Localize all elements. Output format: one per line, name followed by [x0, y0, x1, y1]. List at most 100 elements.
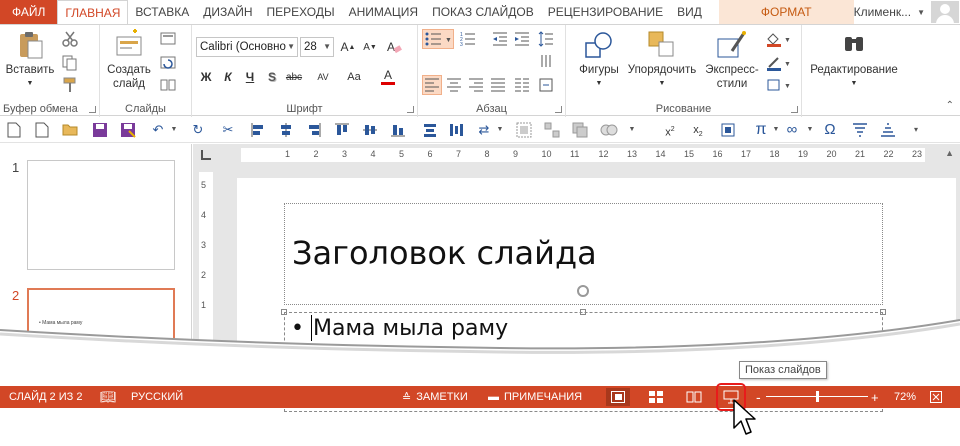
symbol-infinity-icon[interactable]: ∞ [782, 122, 802, 138]
user-name[interactable]: Клименк... [854, 5, 912, 19]
columns-button[interactable] [512, 75, 532, 95]
char-spacing-button[interactable]: AV [310, 67, 336, 87]
avatar[interactable] [931, 1, 960, 23]
user-account[interactable]: Клименк... ▼ [854, 0, 960, 24]
cut-icon[interactable] [62, 31, 78, 47]
justify-button[interactable] [488, 75, 508, 95]
tab-animations[interactable]: АНИМАЦИЯ [342, 0, 425, 24]
open-folder-icon[interactable] [62, 122, 78, 138]
tab-design[interactable]: ДИЗАЙН [196, 0, 259, 24]
format-icon[interactable]: ✂ [220, 122, 236, 138]
align-objects-top-icon[interactable] [334, 122, 350, 138]
reset-icon[interactable] [160, 55, 176, 71]
tab-transitions[interactable]: ПЕРЕХОДЫ [260, 0, 342, 24]
italic-button[interactable]: К [218, 67, 238, 87]
align-objects-bottom-icon[interactable] [390, 122, 406, 138]
distribute-2-icon[interactable] [448, 122, 464, 138]
align-center-button[interactable] [444, 75, 464, 95]
line-spacing-button[interactable] [536, 29, 556, 49]
tab-slideshow[interactable]: ПОКАЗ СЛАЙДОВ [425, 0, 541, 24]
language-indicator[interactable]: РУССКИЙ [131, 386, 183, 408]
paste-button[interactable]: Вставить ▼ [4, 29, 56, 91]
decrease-indent-button[interactable] [490, 29, 510, 49]
group-objects-icon[interactable] [516, 122, 532, 138]
tab-file[interactable]: ФАЙЛ [0, 0, 58, 24]
quick-styles-button[interactable]: Экспресс- стили [700, 29, 764, 91]
rotate-handle-icon[interactable] [577, 285, 589, 297]
comments-button[interactable]: ▬ ПРИМЕЧАНИЯ [488, 386, 582, 408]
copy-icon[interactable] [62, 55, 78, 71]
fit-icon[interactable] [720, 122, 736, 138]
new-document-icon[interactable] [6, 122, 22, 138]
fit-slide-button[interactable] [930, 386, 942, 408]
bold-button[interactable]: Ж [196, 67, 216, 87]
shape-fill-icon[interactable]: ▼ [766, 31, 792, 47]
zoom-slider-thumb[interactable] [816, 391, 819, 402]
distribute-icon[interactable] [422, 122, 438, 138]
align-objects-middle-icon[interactable] [362, 122, 378, 138]
new-slide-button[interactable]: Создать слайд [104, 29, 154, 91]
chevron-down-icon[interactable]: ▼ [166, 122, 182, 138]
clear-formatting-button[interactable]: A [384, 37, 404, 57]
text-direction-button[interactable] [536, 51, 556, 71]
normal-view-button[interactable] [606, 388, 630, 406]
slide-title[interactable]: Заголовок слайда [292, 234, 597, 272]
tab-insert[interactable]: ВСТАВКА [128, 0, 196, 24]
chevron-down-icon[interactable]: ▼ [917, 8, 925, 17]
tab-view[interactable]: ВИД [670, 0, 709, 24]
shrink-font-button[interactable]: A ▼ [360, 37, 380, 57]
tab-stop-selector[interactable] [201, 150, 211, 160]
dialog-launcher-icon[interactable] [555, 106, 562, 113]
slide-sorter-view-button[interactable] [644, 388, 668, 406]
intersect-shapes-icon[interactable] [600, 122, 618, 138]
thumbnail-slide-1[interactable] [27, 160, 175, 270]
scroll-up-icon[interactable]: ▲ [945, 148, 954, 158]
align-objects-left-icon[interactable] [250, 122, 266, 138]
zoom-in-button[interactable]: + [871, 386, 879, 408]
slide-counter[interactable]: СЛАЙД 2 ИЗ 2 [9, 386, 82, 408]
chevron-down-icon[interactable]: ▼ [492, 122, 508, 138]
shape-outline-icon[interactable]: ▼ [766, 55, 792, 71]
dialog-launcher-icon[interactable] [791, 106, 798, 113]
align-right-button[interactable] [466, 75, 486, 95]
redo-icon[interactable]: ↻ [190, 122, 206, 138]
section-icon[interactable] [160, 77, 176, 93]
save-icon[interactable] [92, 122, 108, 138]
save-as-icon[interactable] [120, 122, 136, 138]
tab-home[interactable]: ГЛАВНАЯ [57, 0, 129, 24]
editing-button[interactable]: Редактирование ▼ [804, 29, 904, 91]
underline-button[interactable]: Ч [240, 67, 260, 87]
customize-toolbar-icon[interactable]: ▾ [908, 122, 924, 138]
reading-view-button[interactable] [682, 388, 706, 406]
sort-2-icon[interactable] [880, 122, 896, 138]
font-name-select[interactable]: Calibri (Основно ▼ [196, 37, 298, 57]
dialog-launcher-icon[interactable] [407, 106, 414, 113]
subscript-icon[interactable]: x2 [690, 122, 706, 138]
arrange-button[interactable]: Упорядочить ▼ [626, 29, 698, 91]
dialog-launcher-icon[interactable] [89, 106, 96, 113]
chevron-down-icon[interactable]: ▼ [802, 122, 818, 138]
zoom-level[interactable]: 72% [894, 386, 916, 408]
align-text-button[interactable] [536, 75, 556, 95]
collapse-ribbon-icon[interactable]: ⌃ [946, 100, 954, 111]
notes-button[interactable]: ≙ ЗАМЕТКИ [402, 386, 468, 408]
new-document-2-icon[interactable] [34, 122, 50, 138]
symbol-omega-icon[interactable]: Ω [822, 122, 838, 138]
format-painter-icon[interactable] [62, 77, 78, 93]
layout-icon[interactable] [160, 31, 176, 47]
horizontal-ruler[interactable]: 1 2 3 4 5 6 7 8 9 10 11 12 13 14 15 16 17 18 19 20 21 22 23 [241, 148, 925, 162]
tab-review[interactable]: РЕЦЕНЗИРОВАНИЕ [541, 0, 670, 24]
shape-effects-icon[interactable]: ▼ [766, 77, 792, 93]
numbering-button[interactable]: 123 [458, 29, 488, 49]
shadow-button[interactable]: S [262, 67, 282, 87]
merge-shapes-icon[interactable] [572, 122, 588, 138]
font-size-select[interactable]: 28 ▼ [300, 37, 334, 57]
undo-icon[interactable]: ↶ [150, 122, 166, 138]
chevron-down-icon[interactable]: ▼ [624, 122, 640, 138]
strikethrough-button[interactable]: abc [284, 67, 304, 87]
align-objects-right-icon[interactable] [306, 122, 322, 138]
grow-font-button[interactable]: A ▲ [338, 37, 358, 57]
rotate-icon[interactable]: ⇄ [476, 122, 492, 138]
font-color-button[interactable]: A [378, 65, 398, 87]
spellcheck-icon[interactable]: 📖︎ [100, 386, 117, 408]
